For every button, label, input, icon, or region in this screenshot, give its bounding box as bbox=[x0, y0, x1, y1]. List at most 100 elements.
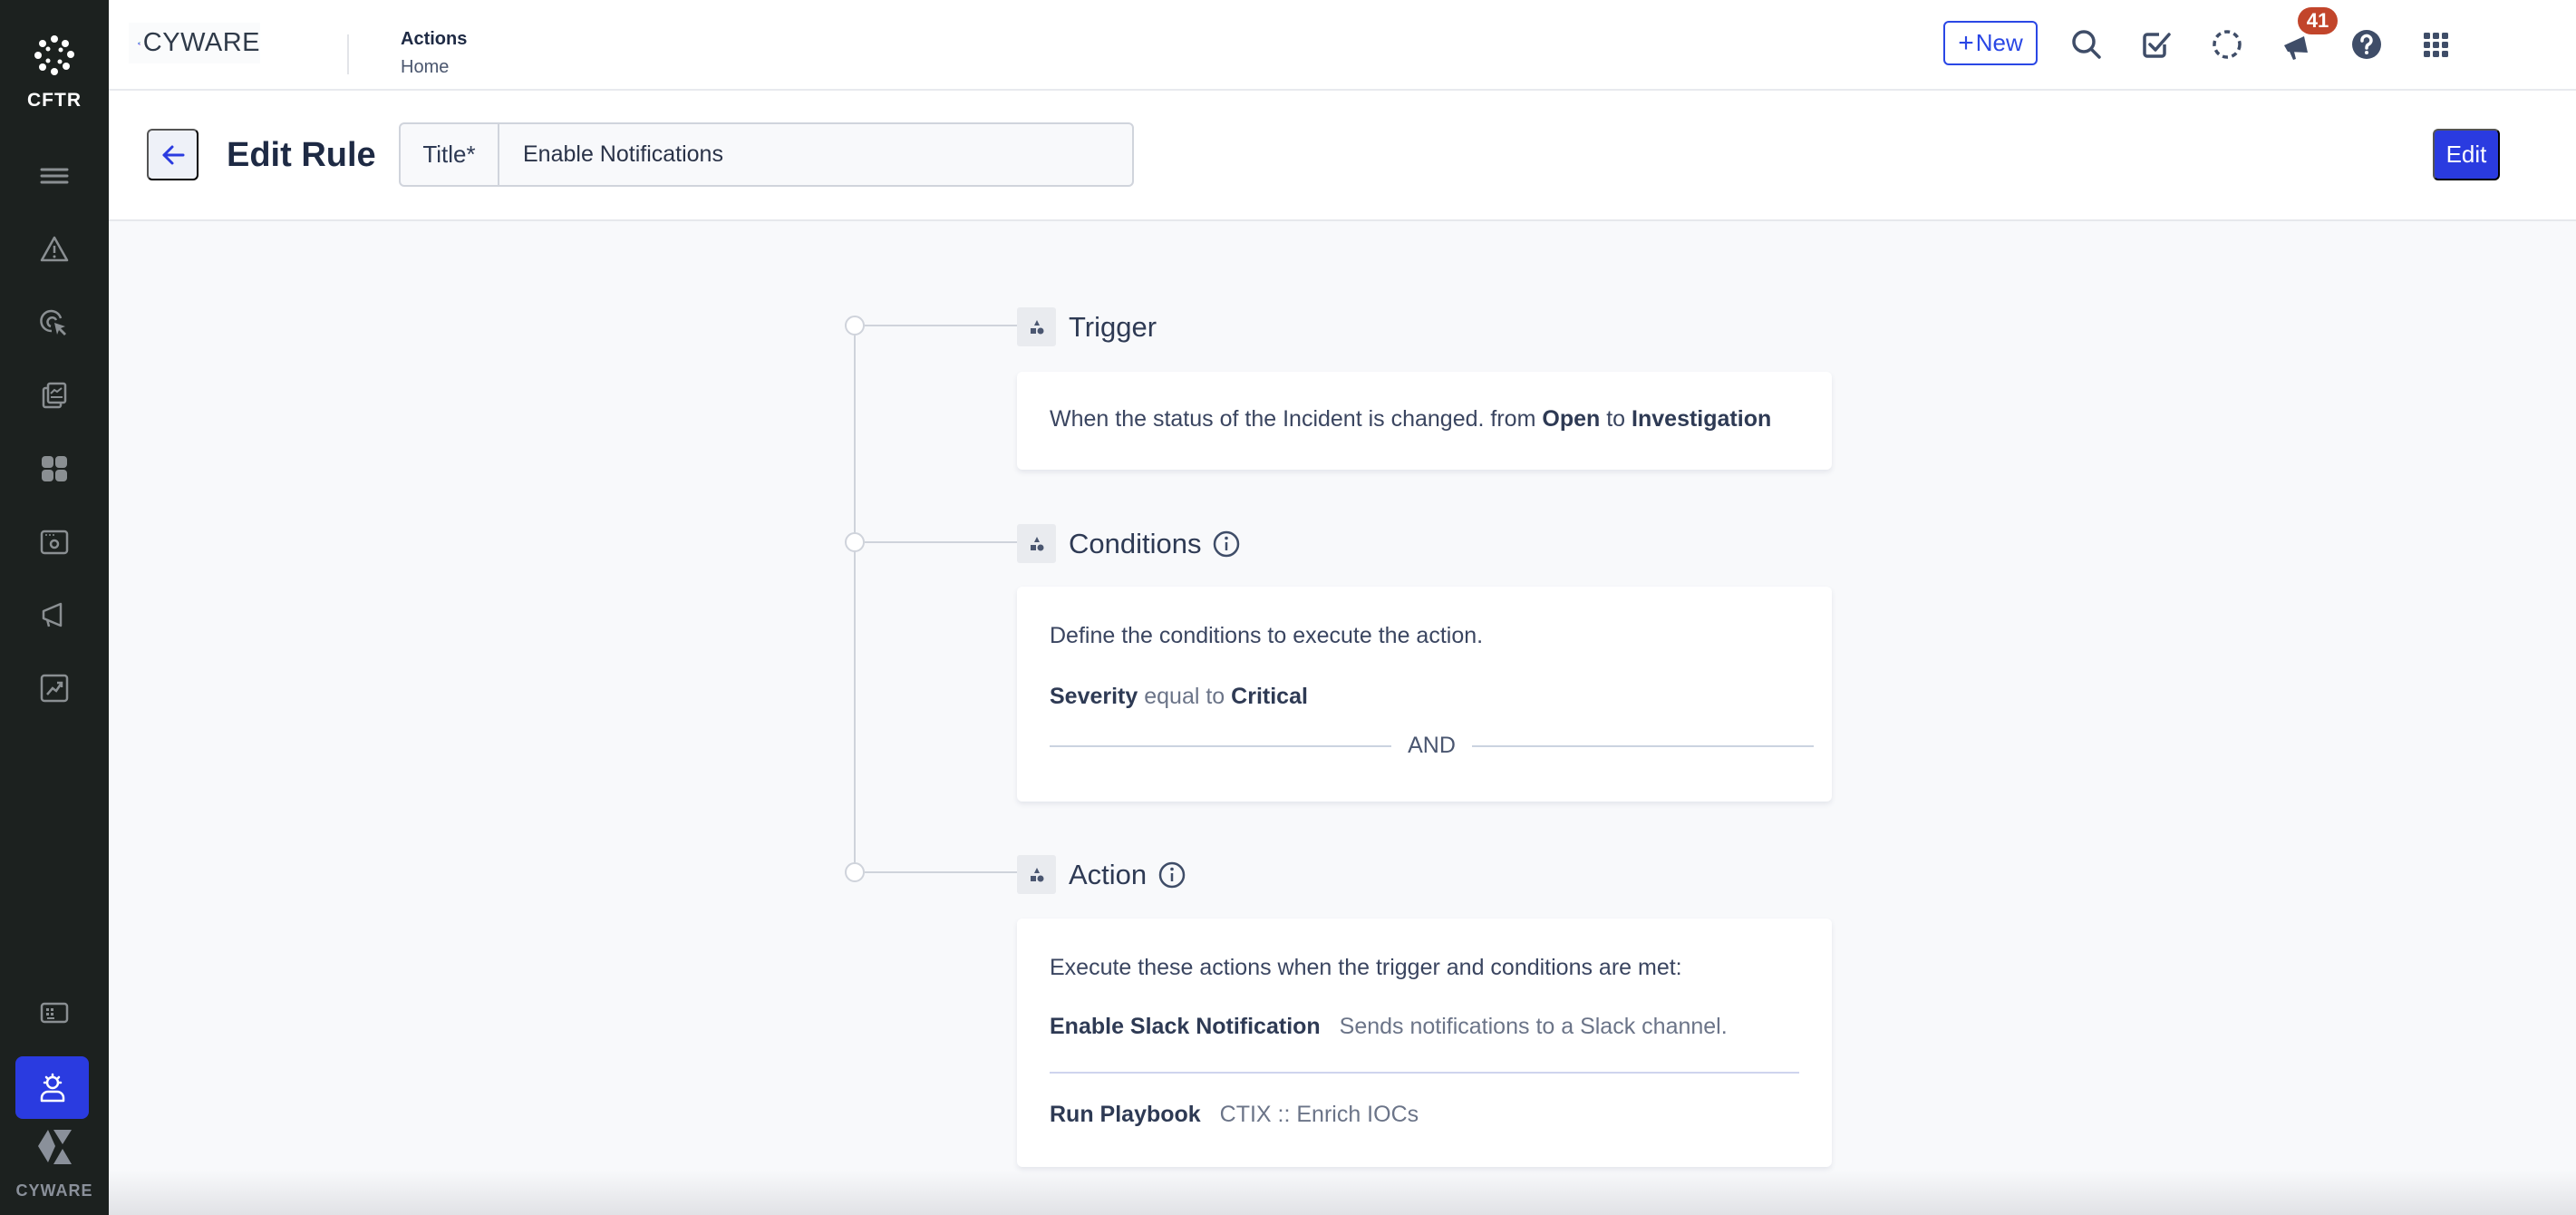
back-button[interactable] bbox=[147, 129, 199, 180]
timeline-node-trigger bbox=[845, 316, 865, 335]
trigger-heading: Trigger bbox=[1069, 310, 1157, 343]
action-heading: Action bbox=[1069, 858, 1148, 890]
divider-line bbox=[1471, 744, 1815, 747]
id-card-icon bbox=[40, 1002, 69, 1024]
timeline-connector bbox=[854, 335, 856, 872]
condition-operator: equal to bbox=[1144, 684, 1225, 709]
notification-badge: 41 bbox=[2298, 7, 2338, 34]
trigger-text: When the status of the Incident is chang… bbox=[1050, 406, 1536, 432]
timeline-branch-conditions bbox=[865, 541, 1017, 543]
action-detail: CTIX :: Enrich IOCs bbox=[1219, 1102, 1419, 1127]
top-header: CYWARE Actions Home + New 41 bbox=[109, 0, 2576, 91]
trigger-card: When the status of the Incident is chang… bbox=[1017, 372, 1832, 470]
conditions-heading: Conditions bbox=[1069, 527, 1202, 559]
loading-spinner-icon bbox=[2213, 30, 2242, 59]
cftr-logo-icon bbox=[34, 35, 74, 75]
timeline-node-conditions bbox=[845, 532, 865, 552]
sidebar-item-reports[interactable] bbox=[0, 368, 109, 423]
page-header: Edit Rule Title* Edit bbox=[109, 91, 2576, 221]
conditions-section-header: Conditions bbox=[1017, 524, 1241, 563]
timeline-node-action bbox=[845, 862, 865, 882]
cyware-brand: CYWARE bbox=[0, 1126, 109, 1200]
action-name: Enable Slack Notification bbox=[1050, 1014, 1321, 1039]
header-divider bbox=[347, 34, 349, 74]
target-cursor-icon bbox=[40, 309, 66, 335]
cyware-logo-icon bbox=[38, 1130, 72, 1164]
sidebar-item-settings-window[interactable] bbox=[0, 515, 109, 569]
title-field: Title* bbox=[399, 122, 1134, 187]
help-button[interactable] bbox=[2344, 22, 2389, 67]
sidebar-item-admin[interactable] bbox=[15, 1056, 89, 1119]
title-label: Title* bbox=[401, 124, 499, 185]
divider-line bbox=[1050, 744, 1392, 747]
trigger-to-status: Investigation bbox=[1632, 406, 1772, 432]
activity-button[interactable] bbox=[2204, 22, 2250, 67]
action-item: Enable Slack Notification Sends notifica… bbox=[1050, 1014, 1728, 1040]
action-section-header: Action bbox=[1017, 855, 1186, 894]
breadcrumb-module[interactable]: Actions bbox=[401, 29, 467, 50]
app-label: CFTR bbox=[27, 90, 82, 111]
condition-joiner: AND bbox=[1050, 733, 1815, 759]
user-gear-icon bbox=[40, 1073, 64, 1102]
brand-text: CYWARE bbox=[142, 28, 260, 57]
grid-apps-icon bbox=[42, 456, 67, 481]
trigger-from-status: Open bbox=[1542, 406, 1601, 432]
condition-field: Severity bbox=[1050, 684, 1138, 709]
trend-chart-icon bbox=[40, 674, 69, 703]
condition-row: Severity equal to Critical bbox=[1050, 684, 1308, 710]
sidebar-item-threat-tracking[interactable] bbox=[0, 296, 109, 350]
sidebar-item-announcements[interactable] bbox=[0, 588, 109, 642]
apps-grid-icon bbox=[2424, 33, 2448, 57]
timeline-branch-trigger bbox=[865, 325, 1017, 326]
trigger-description: When the status of the Incident is chang… bbox=[1050, 406, 1771, 433]
edit-button[interactable]: Edit bbox=[2433, 129, 2500, 180]
condition-value: Critical bbox=[1231, 684, 1308, 709]
info-icon[interactable] bbox=[1212, 530, 1241, 559]
help-icon bbox=[2352, 30, 2381, 59]
sidebar: CFTR CYWARE bbox=[0, 0, 109, 1215]
shapes-icon bbox=[1017, 524, 1056, 563]
bottom-shadow bbox=[109, 1170, 2576, 1215]
breadcrumb-page[interactable]: Home bbox=[401, 57, 467, 78]
cyware-color-logo-icon bbox=[138, 41, 141, 45]
joiner-label: AND bbox=[1408, 733, 1456, 758]
tasks-checkbox-icon bbox=[2143, 33, 2171, 58]
page-title: Edit Rule bbox=[227, 136, 376, 174]
report-documents-icon bbox=[42, 382, 67, 409]
action-detail: Sends notifications to a Slack channel. bbox=[1339, 1014, 1728, 1039]
sidebar-item-alerts[interactable] bbox=[0, 222, 109, 277]
shapes-icon bbox=[1017, 855, 1056, 894]
search-button[interactable] bbox=[2064, 22, 2109, 67]
tasks-button[interactable] bbox=[2134, 22, 2179, 67]
action-description: Execute these actions when the trigger a… bbox=[1050, 955, 1682, 980]
conditions-description: Define the conditions to execute the act… bbox=[1050, 623, 1484, 648]
megaphone-icon bbox=[42, 602, 63, 627]
sidebar-item-console[interactable] bbox=[0, 986, 109, 1040]
conditions-card: Define the conditions to execute the act… bbox=[1017, 587, 1832, 802]
action-item: Run Playbook CTIX :: Enrich IOCs bbox=[1050, 1102, 1419, 1128]
search-icon bbox=[2072, 30, 2101, 59]
action-card: Execute these actions when the trigger a… bbox=[1017, 919, 1832, 1167]
info-icon[interactable] bbox=[1157, 860, 1186, 889]
sidebar-item-dashboards[interactable] bbox=[0, 442, 109, 496]
sidebar-item-analytics[interactable] bbox=[0, 661, 109, 715]
apps-button[interactable] bbox=[2413, 22, 2458, 67]
title-input[interactable] bbox=[499, 124, 1132, 185]
new-button-label: New bbox=[1975, 29, 2023, 56]
brand-logo[interactable]: CYWARE bbox=[129, 23, 260, 63]
breadcrumb: Actions Home bbox=[401, 29, 467, 78]
app-logo[interactable]: CFTR bbox=[0, 34, 109, 112]
action-name: Run Playbook bbox=[1050, 1102, 1201, 1127]
plus-icon: + bbox=[1958, 27, 1974, 58]
sidebar-item-menu[interactable] bbox=[0, 150, 109, 204]
timeline-branch-action bbox=[865, 871, 1017, 873]
action-divider bbox=[1050, 1072, 1799, 1074]
trigger-section-header: Trigger bbox=[1017, 307, 1157, 346]
brand-label: CYWARE bbox=[15, 1181, 93, 1200]
trigger-connector: to bbox=[1606, 406, 1626, 432]
warning-triangle-icon bbox=[40, 236, 69, 262]
hamburger-menu-icon bbox=[40, 168, 69, 184]
new-button[interactable]: + New bbox=[1943, 21, 2038, 65]
arrow-left-icon bbox=[162, 145, 184, 164]
shapes-icon bbox=[1017, 307, 1056, 346]
